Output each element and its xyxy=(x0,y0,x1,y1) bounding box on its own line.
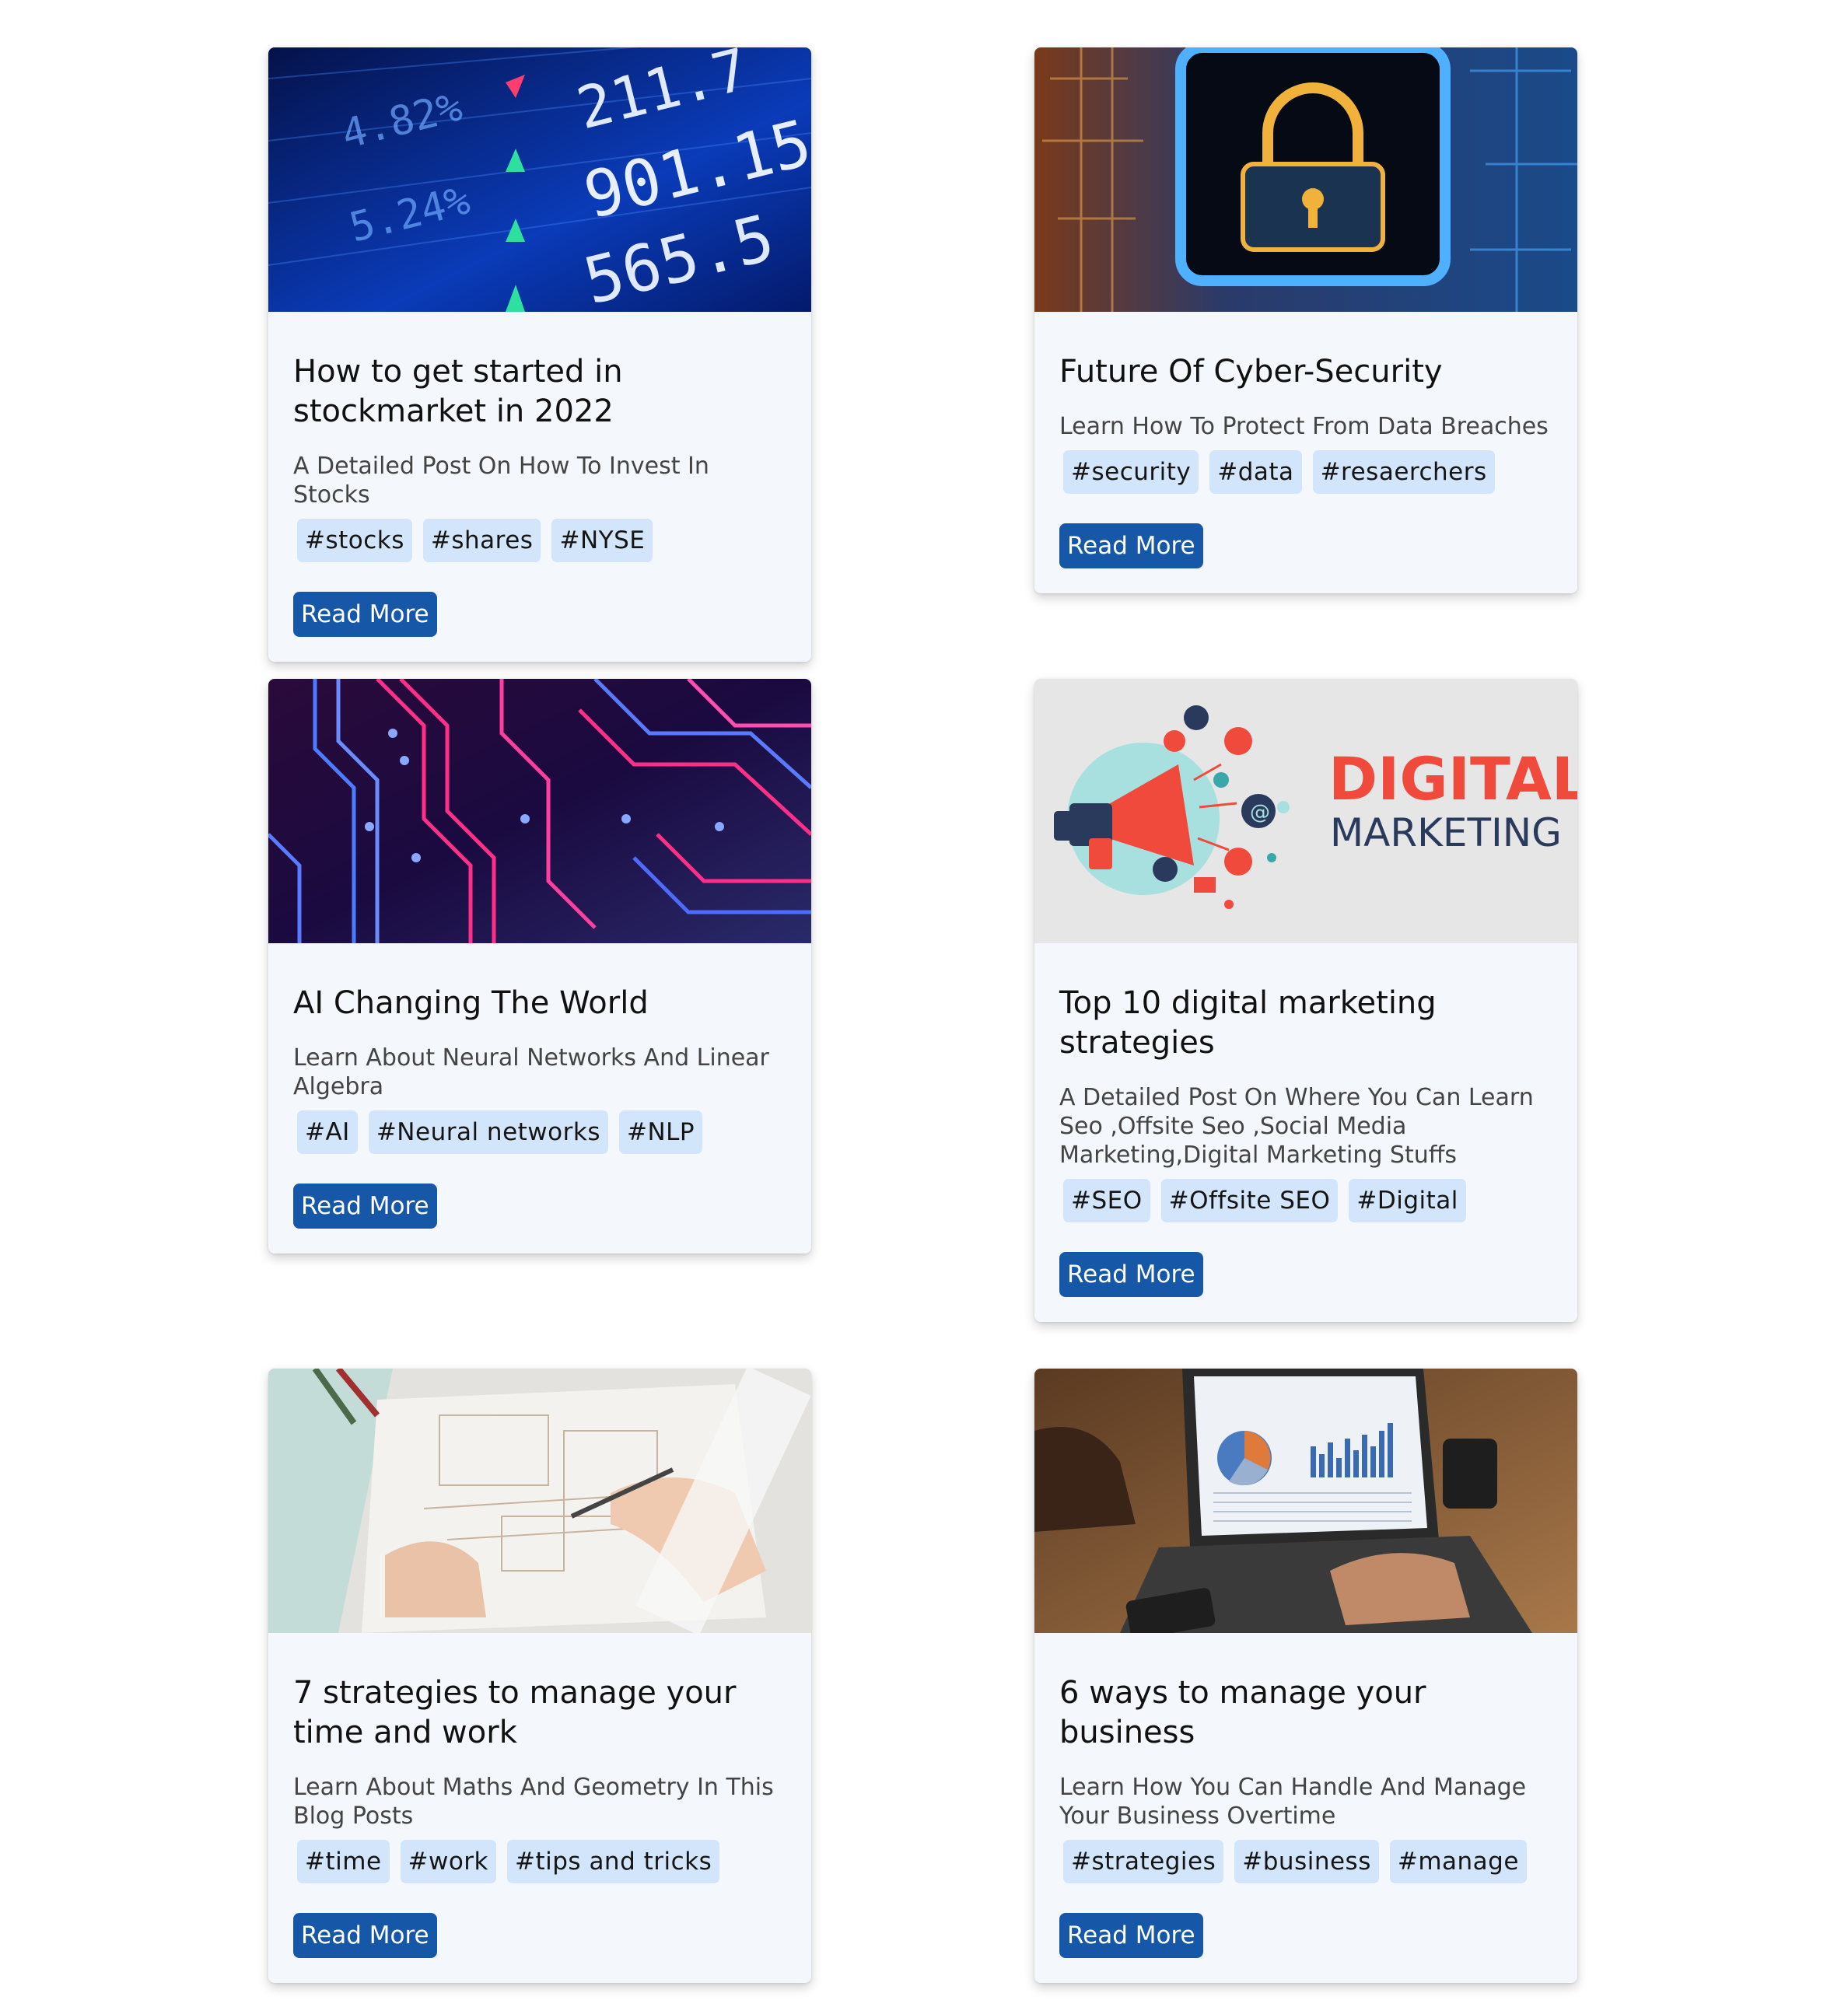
tag-list: #stocks #shares #NYSE xyxy=(297,519,786,562)
tag[interactable]: #NYSE xyxy=(551,519,653,562)
card-description: A Detailed Post On How To Invest In Stoc… xyxy=(293,453,709,509)
blog-card: Future Of Cyber-Security Learn How To Pr… xyxy=(1034,47,1577,593)
card-title: Future Of Cyber-Security xyxy=(1059,354,1443,390)
stock-market-image: 4.82% 5.24% 211.7 901.15 565.5 xyxy=(268,47,811,312)
read-more-button[interactable]: Read More xyxy=(1059,1913,1203,1958)
blog-card: 7 strategies to manage your time and wor… xyxy=(268,1369,811,1983)
tag-list: #security #data #resaerchers xyxy=(1063,450,1552,494)
tag[interactable]: #data xyxy=(1209,450,1302,494)
read-more-button[interactable]: Read More xyxy=(293,1184,437,1229)
card-title: How to get started in stockmarket in 202… xyxy=(293,354,623,429)
tag-list: #SEO #Offsite SEO #Digital xyxy=(1063,1179,1552,1222)
card-title: 7 strategies to manage your time and wor… xyxy=(293,1675,737,1750)
tag[interactable]: #tips and tricks xyxy=(507,1840,720,1883)
blog-card: 6 ways to manage your business Learn How… xyxy=(1034,1369,1577,1983)
tag[interactable]: #time xyxy=(297,1840,390,1883)
marketing-headline: DIGITAL xyxy=(1328,744,1577,813)
tag[interactable]: #Offsite SEO xyxy=(1160,1179,1339,1222)
tag[interactable]: #NLP xyxy=(618,1110,703,1154)
cyber-security-image xyxy=(1034,47,1577,312)
tag[interactable]: #AI xyxy=(297,1110,358,1154)
card-title: Top 10 digital marketing strategies xyxy=(1059,985,1437,1061)
tag[interactable]: #stocks xyxy=(297,519,412,562)
ai-circuit-image xyxy=(268,679,811,943)
card-title: AI Changing The World xyxy=(293,985,649,1021)
tag-list: #time #work #tips and tricks xyxy=(297,1840,786,1883)
laptop-business-image xyxy=(1034,1369,1577,1633)
tag[interactable]: #Digital xyxy=(1349,1179,1466,1222)
tag[interactable]: #resaerchers xyxy=(1312,450,1495,494)
tag[interactable]: #shares xyxy=(422,519,541,562)
tag[interactable]: #Neural networks xyxy=(368,1110,608,1154)
tag[interactable]: #strategies xyxy=(1063,1840,1224,1883)
blog-card: @ DIGITAL MARKETING Top 10 digital marke… xyxy=(1034,679,1577,1322)
blog-card: 4.82% 5.24% 211.7 901.15 565.5 How to ge… xyxy=(268,47,811,662)
tag[interactable]: #SEO xyxy=(1063,1179,1150,1222)
tag-list: #strategies #business #manage xyxy=(1063,1840,1552,1883)
tag[interactable]: #security xyxy=(1063,450,1199,494)
card-description: Learn About Neural Networks And Linear A… xyxy=(293,1044,769,1100)
tag-list: #AI #Neural networks #NLP xyxy=(297,1110,786,1154)
read-more-button[interactable]: Read More xyxy=(1059,1252,1203,1297)
tag[interactable]: #work xyxy=(400,1840,497,1883)
marketing-subline: MARKETING xyxy=(1330,810,1562,855)
tag[interactable]: #manage xyxy=(1389,1840,1527,1883)
card-description: Learn About Maths And Geometry In This B… xyxy=(293,1774,774,1830)
sketching-image xyxy=(268,1369,811,1633)
tag[interactable]: #business xyxy=(1234,1840,1379,1883)
svg-text:@: @ xyxy=(1250,801,1270,824)
read-more-button[interactable]: Read More xyxy=(293,592,437,637)
card-description: Learn How To Protect From Data Breaches xyxy=(1059,413,1549,440)
digital-marketing-image: @ DIGITAL MARKETING xyxy=(1034,679,1577,943)
card-description: Learn How You Can Handle And Manage Your… xyxy=(1059,1774,1527,1830)
read-more-button[interactable]: Read More xyxy=(1059,523,1203,568)
card-title: 6 ways to manage your business xyxy=(1059,1675,1426,1750)
read-more-button[interactable]: Read More xyxy=(293,1913,437,1958)
card-description: A Detailed Post On Where You Can Learn S… xyxy=(1059,1084,1534,1169)
blog-card: AI Changing The World Learn About Neural… xyxy=(268,679,811,1254)
